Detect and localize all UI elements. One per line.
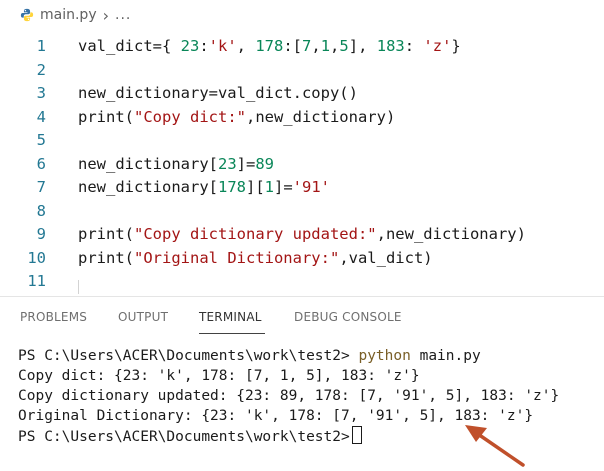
code-token: , xyxy=(236,37,256,55)
terminal-command-line: PS C:\Users\ACER\Documents\work\test2> p… xyxy=(18,346,559,366)
string-token: 'z' xyxy=(423,37,452,55)
line-number: 9 xyxy=(36,225,46,243)
tab-problems[interactable]: PROBLEMS xyxy=(20,310,87,324)
code-token: print( xyxy=(78,248,134,267)
terminal-output-line: Copy dictionary updated: {23: 89, 178: [… xyxy=(18,388,560,404)
code-token: ,val_dict) xyxy=(339,248,433,267)
panel-tabs: PROBLEMS OUTPUT TERMINAL DEBUG CONSOLE xyxy=(0,300,604,336)
number-token: 7 xyxy=(302,37,312,55)
terminal-command-python: python xyxy=(358,348,411,364)
code-token: : xyxy=(199,37,209,55)
line-number: 10 xyxy=(27,248,46,267)
tab-terminal[interactable]: TERMINAL xyxy=(199,310,262,324)
python-file-icon xyxy=(20,8,34,22)
active-tab-indicator xyxy=(199,333,265,334)
code-text: new_dictionary[23]=89 xyxy=(78,152,274,176)
line-number: 4 xyxy=(36,107,46,126)
number-token: 5 xyxy=(339,37,349,55)
line-number: 5 xyxy=(36,131,46,149)
code-token: , xyxy=(311,37,321,55)
number-token: 178 xyxy=(217,178,246,196)
line-number: 3 xyxy=(36,84,46,102)
code-token: val_dict={ xyxy=(78,37,181,55)
number-token: 23 xyxy=(217,154,237,173)
number-token: 23 xyxy=(180,37,200,55)
line-number: 7 xyxy=(36,178,46,196)
terminal-final-prompt-line: PS C:\Users\ACER\Documents\work\test2> xyxy=(18,426,559,446)
code-token: new_dictionary[ xyxy=(78,154,218,173)
line-number: 6 xyxy=(36,154,46,173)
terminal-prompt: PS C:\Users\ACER\Documents\work\test2> xyxy=(18,348,359,364)
number-token: 178 xyxy=(255,37,284,55)
code-token: ,new_dictionary) xyxy=(245,107,396,126)
code-editor[interactable]: 1 val_dict={ 23:'k', 178:[7,1,5], 183: 'z… xyxy=(0,34,604,294)
code-token: new_dictionary[ xyxy=(78,178,218,196)
string-token: "Copy dictionary updated:" xyxy=(134,225,377,243)
breadcrumb-separator: › xyxy=(102,5,110,25)
code-token: } xyxy=(451,37,461,55)
string-token: "Original Dictionary:" xyxy=(134,248,340,267)
code-text: new_dictionary=val_dict.copy() xyxy=(78,81,358,105)
line-number: 8 xyxy=(36,201,46,220)
terminal-cursor xyxy=(351,426,362,444)
tab-debug-console[interactable]: DEBUG CONSOLE xyxy=(294,310,402,324)
indent-guide xyxy=(78,280,79,294)
number-token: 183 xyxy=(376,37,405,55)
code-text: print("Copy dictionary updated:",new_dic… xyxy=(78,222,526,246)
code-token: , xyxy=(330,37,340,55)
code-token: print( xyxy=(78,107,134,126)
code-token: ]= xyxy=(274,178,293,196)
number-token: 1 xyxy=(320,37,331,55)
terminal-output[interactable]: PS C:\Users\ACER\Documents\work\test2> p… xyxy=(18,346,559,446)
code-token: ,new_dictionary) xyxy=(376,225,526,243)
line-number: 2 xyxy=(36,60,46,79)
line-number: 11 xyxy=(27,272,46,290)
code-token: : xyxy=(404,37,424,55)
terminal-command-args: main.py xyxy=(410,348,481,364)
breadcrumb: main.py › ... xyxy=(0,0,604,30)
code-token: new_dictionary=val_dict.copy() xyxy=(78,84,358,102)
code-text: print("Copy dict:",new_dictionary) xyxy=(78,105,395,129)
code-text: print("Original Dictionary:",val_dict) xyxy=(78,246,433,270)
code-token: ], xyxy=(348,37,377,55)
breadcrumb-file-name[interactable]: main.py xyxy=(40,7,97,23)
string-token: "Copy dict:" xyxy=(134,107,246,126)
breadcrumb-ellipsis[interactable]: ... xyxy=(115,7,131,23)
panel-divider xyxy=(0,296,604,297)
tab-output[interactable]: OUTPUT xyxy=(118,310,168,324)
code-text: new_dictionary[178][1]='91' xyxy=(78,175,330,199)
terminal-output-line: Original Dictionary: {23: 'k', 178: [7, … xyxy=(18,408,534,424)
code-token: print( xyxy=(78,225,134,243)
code-token: ][ xyxy=(245,178,265,196)
terminal-prompt: PS C:\Users\ACER\Documents\work\test2> xyxy=(18,429,350,445)
string-token: '91' xyxy=(292,178,330,196)
number-token: 1 xyxy=(264,178,274,196)
string-token: 'k' xyxy=(208,37,237,55)
line-number: 1 xyxy=(36,37,46,55)
code-text: val_dict={ 23:'k', 178:[7,1,5], 183: 'z'… xyxy=(78,34,461,58)
code-token: ]= xyxy=(236,154,256,173)
terminal-output-line: Copy dict: {23: 'k', 178: [7, 1, 5], 183… xyxy=(18,368,420,384)
code-token: :[ xyxy=(283,37,303,55)
number-token: 89 xyxy=(255,154,274,173)
